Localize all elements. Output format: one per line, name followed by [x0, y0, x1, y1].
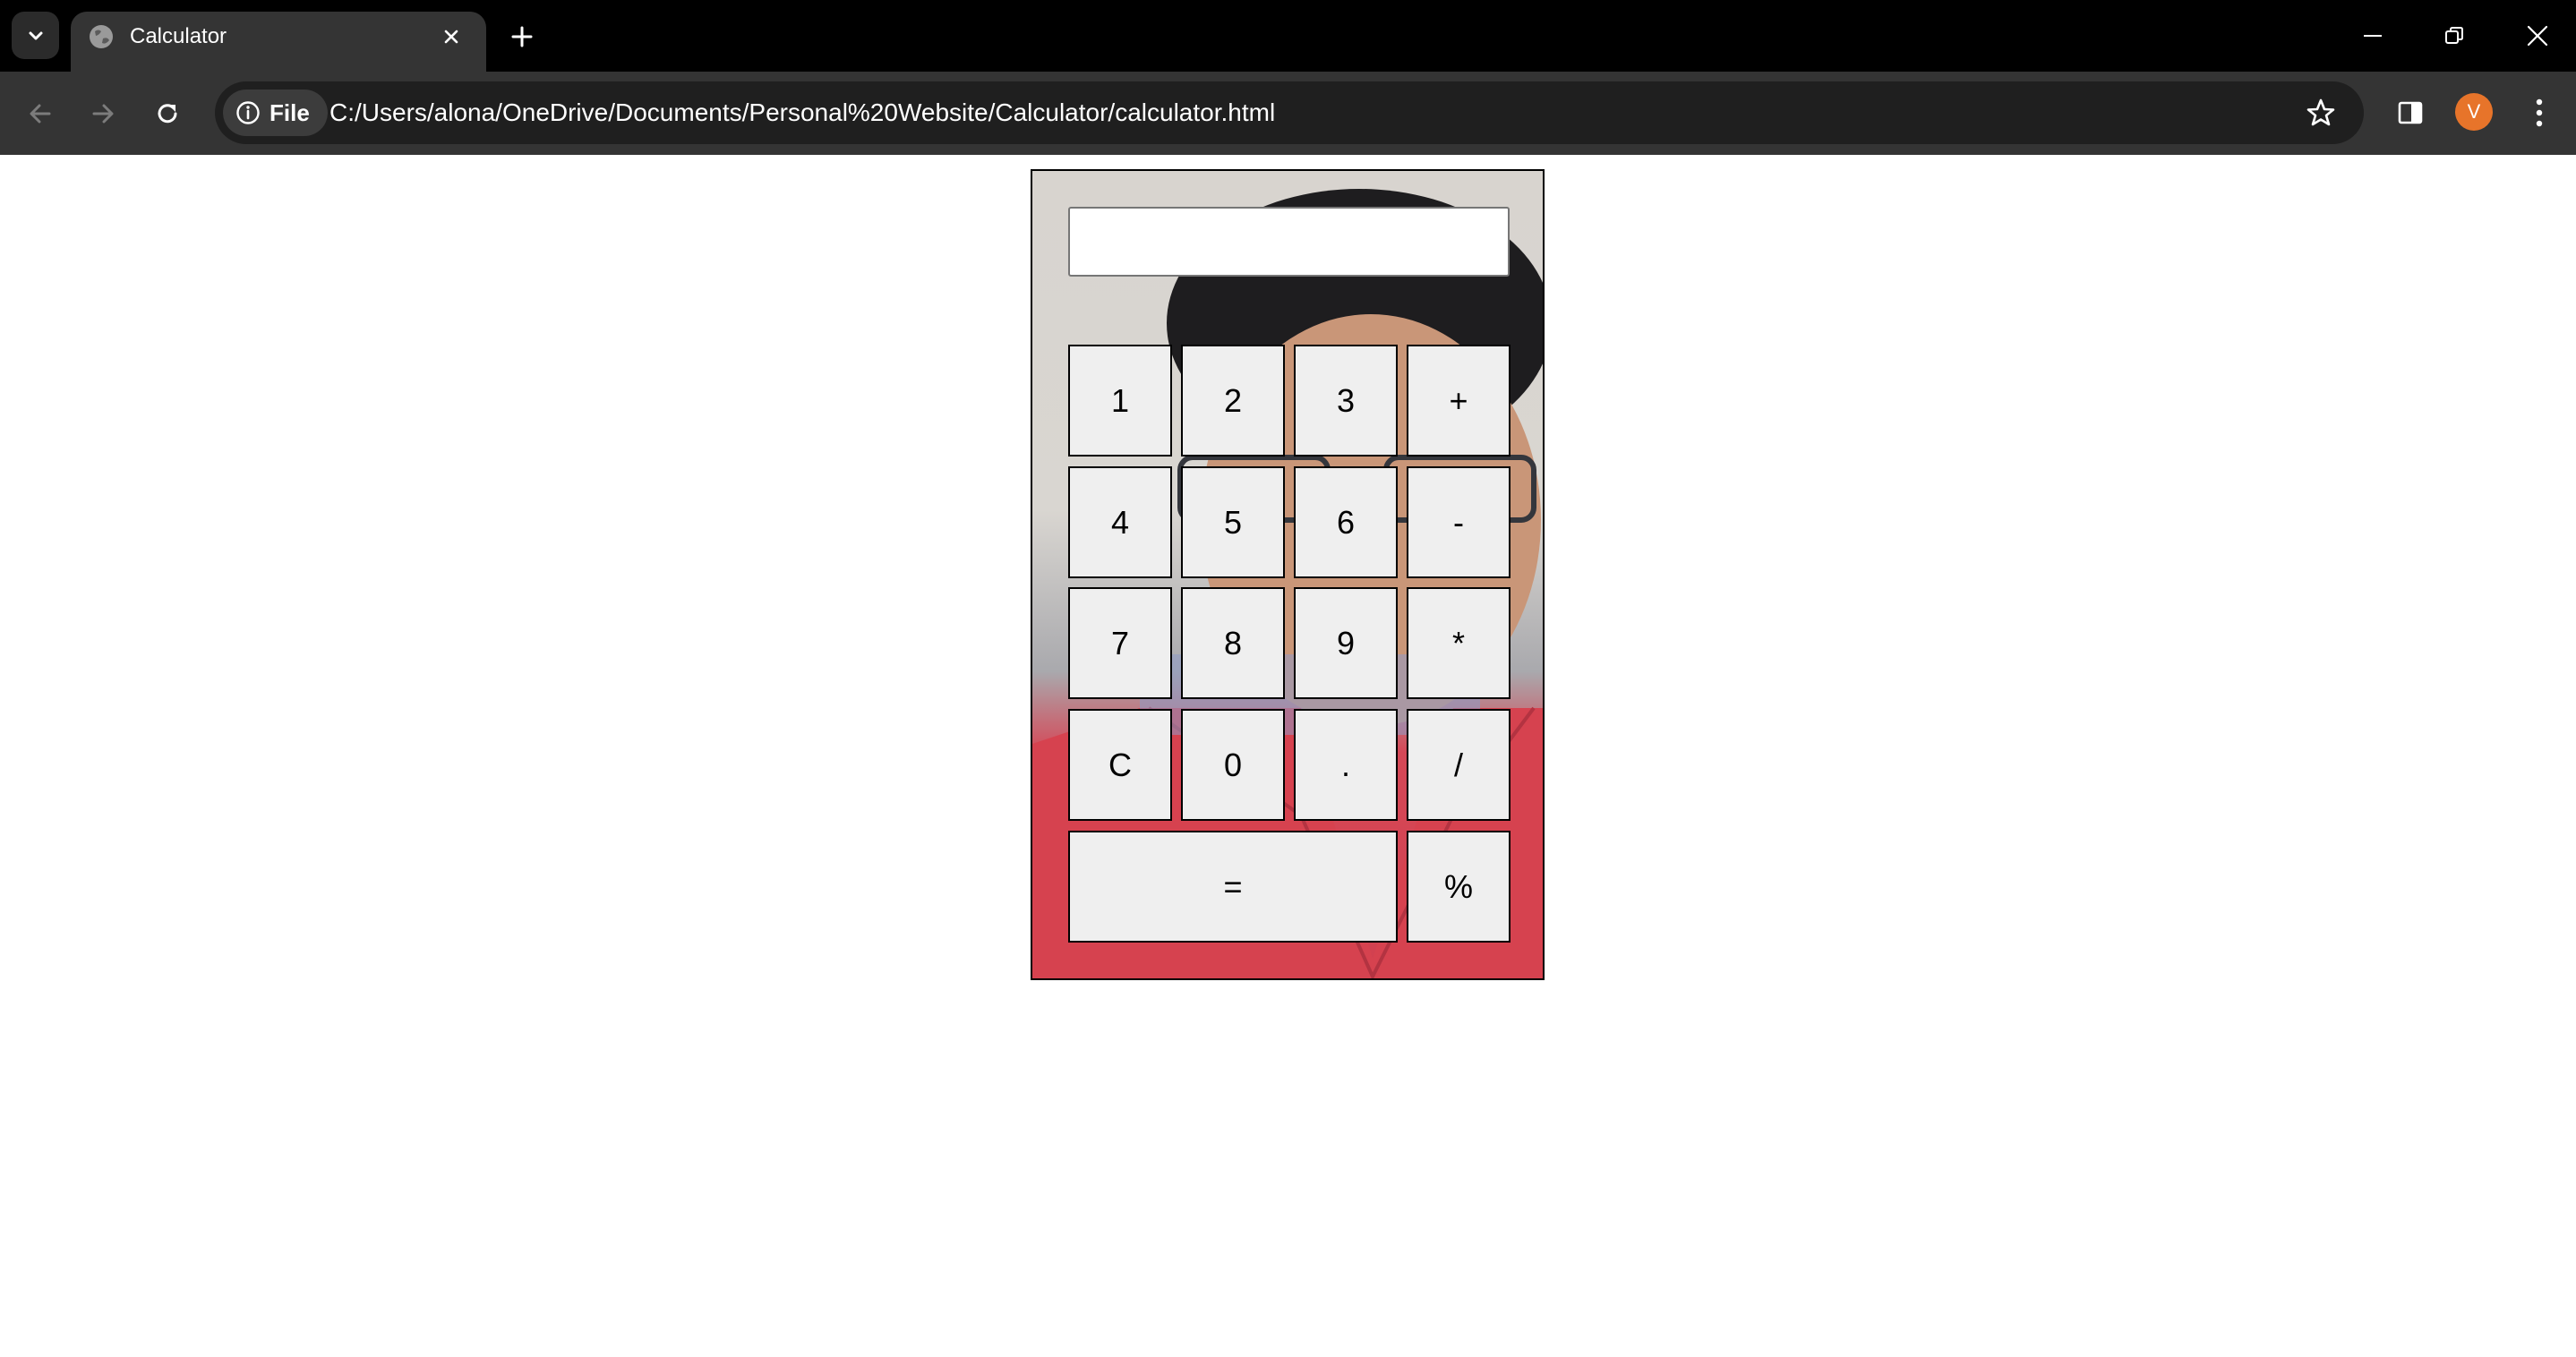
- key-5[interactable]: 5: [1181, 466, 1285, 578]
- info-icon: [236, 101, 260, 124]
- reload-icon: [158, 104, 177, 124]
- key-6[interactable]: 6: [1294, 466, 1398, 578]
- more-vertical-icon: [2536, 98, 2543, 127]
- url-text[interactable]: C:/Users/alona/OneDrive/Documents/Person…: [329, 98, 1275, 127]
- profile-avatar[interactable]: V: [2455, 93, 2493, 131]
- new-tab-button[interactable]: [502, 20, 542, 54]
- browser-menu-button[interactable]: [2520, 91, 2559, 134]
- calculator: 1 2 3 + 4 5 6 - 7 8 9 * C 0 . / = %: [1031, 169, 1545, 980]
- star-icon: [2306, 98, 2335, 126]
- bookmark-button[interactable]: [2299, 91, 2342, 134]
- key-9[interactable]: 9: [1294, 587, 1398, 699]
- site-info-label: File: [270, 98, 310, 126]
- tab-strip: Calculator: [0, 0, 2576, 72]
- key-0[interactable]: 0: [1181, 709, 1285, 821]
- globe-icon: [90, 25, 113, 48]
- key-1[interactable]: 1: [1068, 345, 1172, 457]
- key-divide[interactable]: /: [1407, 709, 1511, 821]
- key-4[interactable]: 4: [1068, 466, 1172, 578]
- arrow-left-icon: [30, 104, 51, 124]
- site-info-chip[interactable]: File: [223, 90, 328, 136]
- close-icon: [444, 30, 458, 44]
- restore-button[interactable]: [2427, 14, 2481, 57]
- tab-search-button[interactable]: [12, 12, 59, 59]
- arrow-right-icon: [92, 104, 114, 124]
- key-equals[interactable]: =: [1068, 831, 1398, 943]
- minimize-icon: [2364, 35, 2382, 37]
- key-minus[interactable]: -: [1407, 466, 1511, 578]
- restore-icon: [2445, 27, 2463, 44]
- reload-button[interactable]: [145, 91, 190, 136]
- key-plus[interactable]: +: [1407, 345, 1511, 457]
- side-panel-button[interactable]: [2389, 91, 2432, 134]
- side-panel-icon: [2398, 101, 2423, 124]
- chevron-down-icon: [29, 31, 42, 39]
- browser-toolbar: File C:/Users/alona/OneDrive/Documents/P…: [0, 72, 2576, 155]
- key-decimal[interactable]: .: [1294, 709, 1398, 821]
- key-percent[interactable]: %: [1407, 831, 1511, 943]
- tab-close-button[interactable]: [437, 22, 466, 51]
- close-window-button[interactable]: [2511, 14, 2564, 57]
- forward-button[interactable]: [81, 91, 125, 136]
- key-2[interactable]: 2: [1181, 345, 1285, 457]
- plus-icon: [511, 26, 533, 47]
- address-bar[interactable]: File C:/Users/alona/OneDrive/Documents/P…: [215, 81, 2364, 144]
- key-7[interactable]: 7: [1068, 587, 1172, 699]
- close-icon: [2527, 25, 2548, 47]
- key-8[interactable]: 8: [1181, 587, 1285, 699]
- key-multiply[interactable]: *: [1407, 587, 1511, 699]
- key-3[interactable]: 3: [1294, 345, 1398, 457]
- key-clear[interactable]: C: [1068, 709, 1172, 821]
- tab-title: Calculator: [130, 24, 227, 48]
- calculator-display[interactable]: [1068, 207, 1510, 277]
- minimize-button[interactable]: [2346, 14, 2400, 57]
- back-button[interactable]: [18, 91, 63, 136]
- active-tab[interactable]: Calculator: [71, 12, 486, 72]
